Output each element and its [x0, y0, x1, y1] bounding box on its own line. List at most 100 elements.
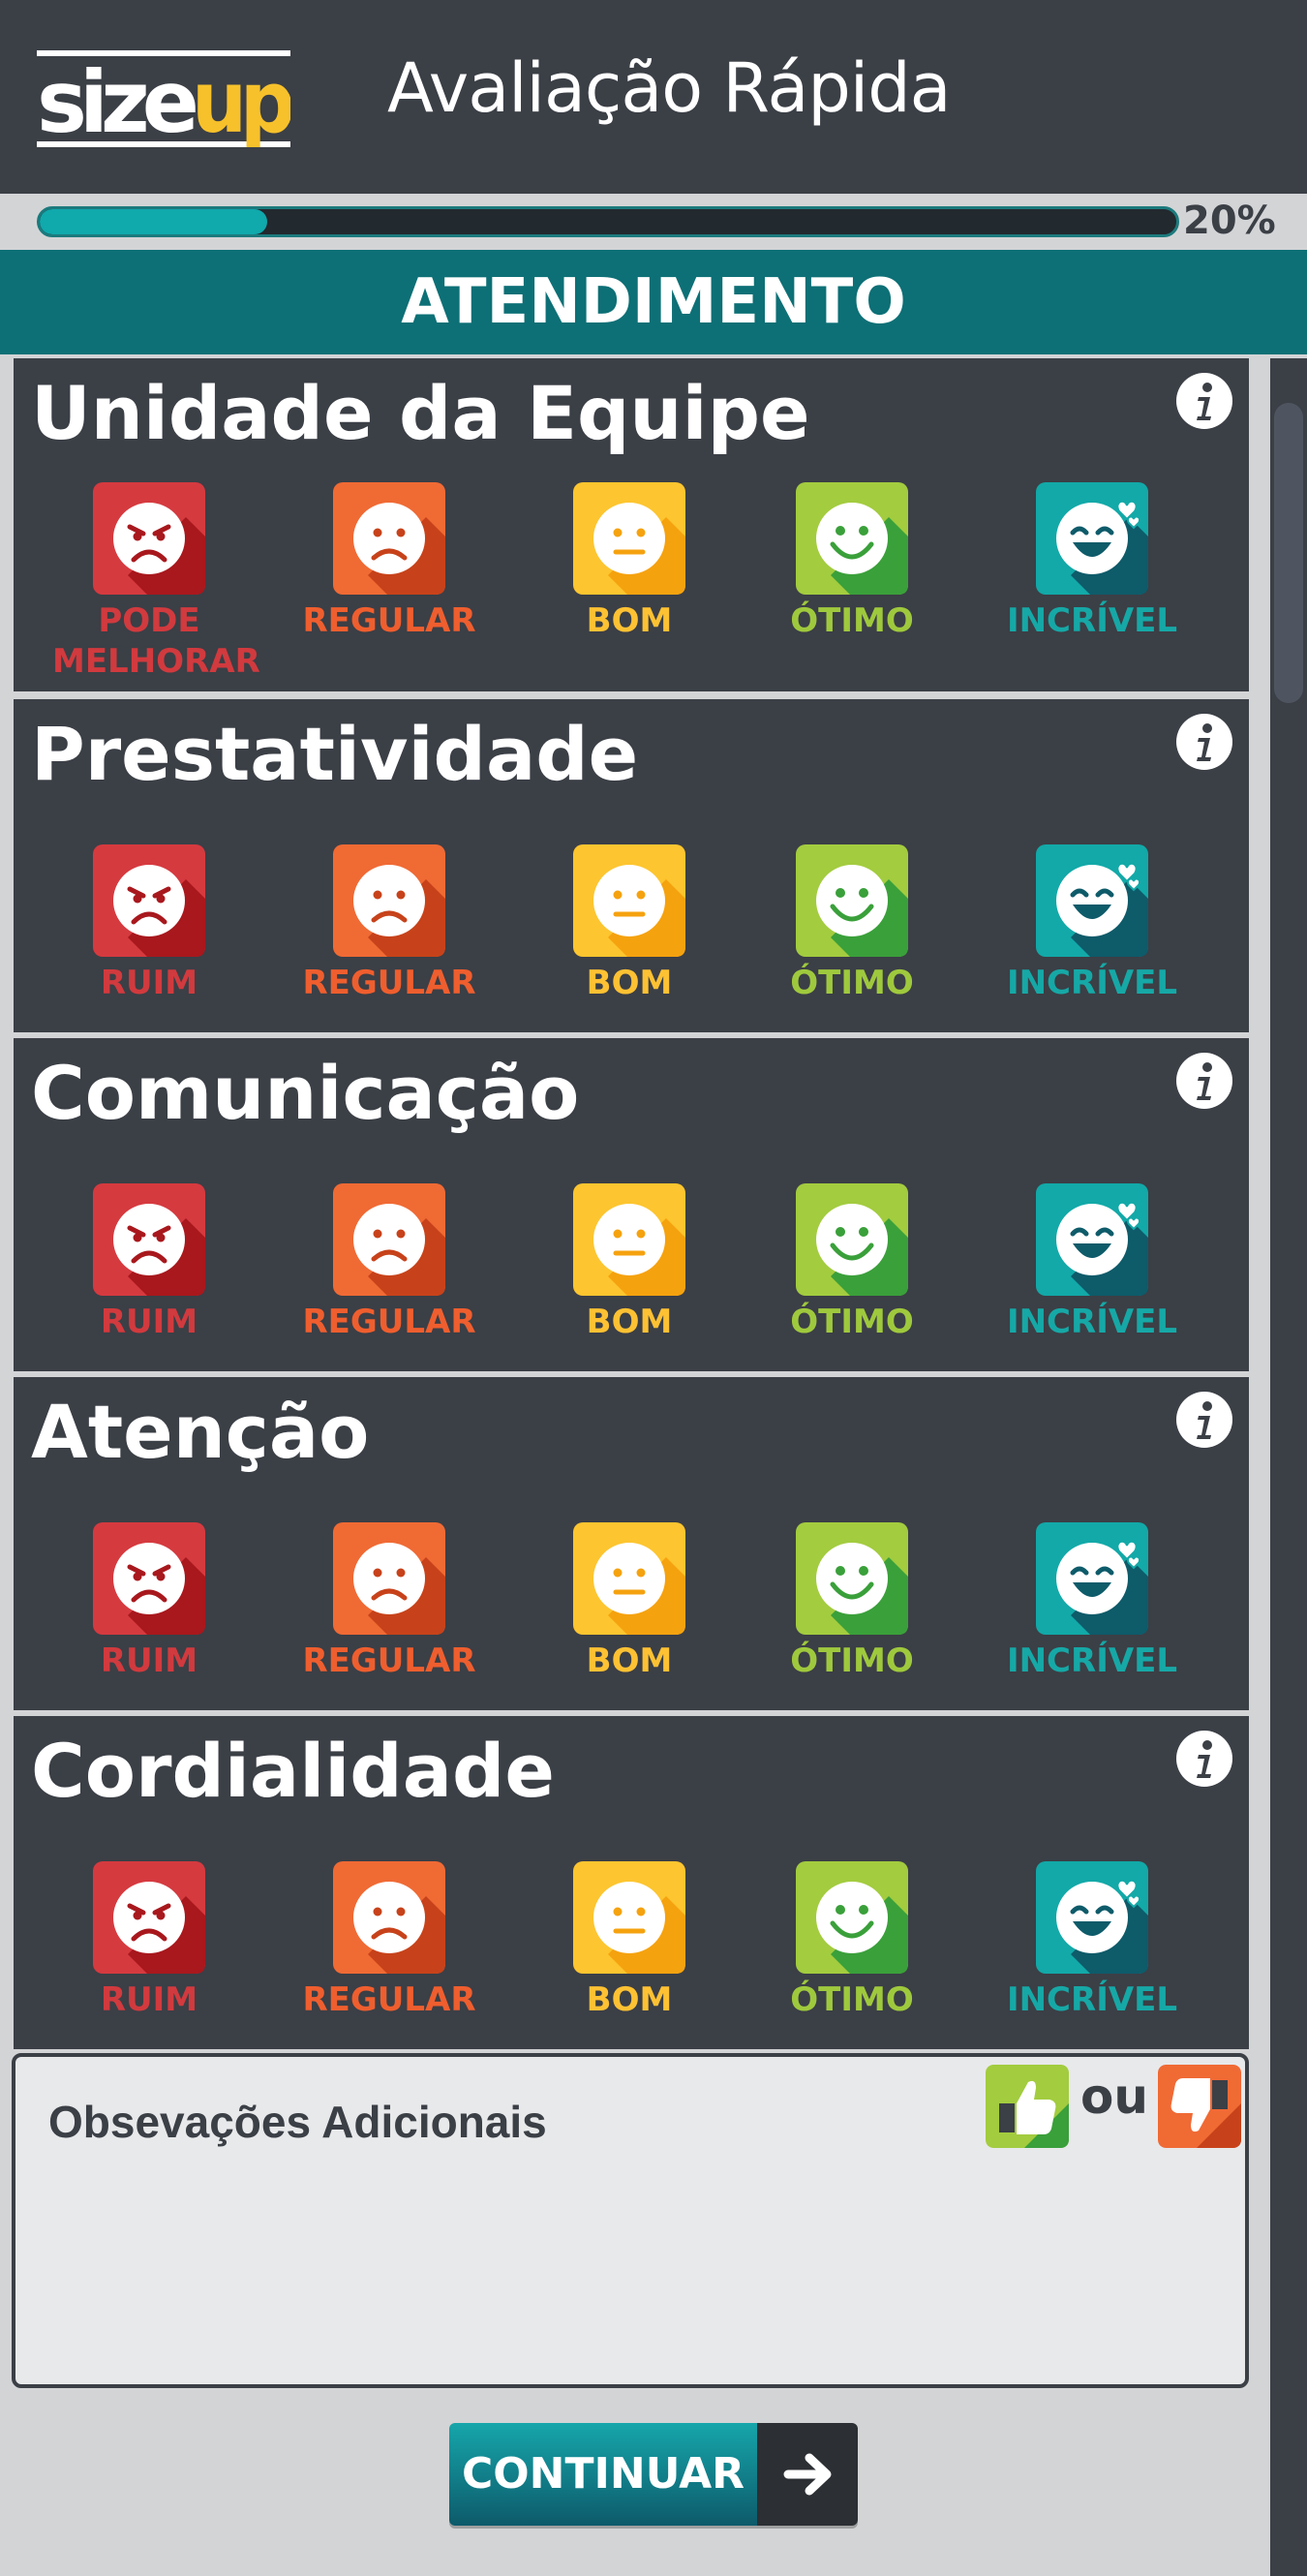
criterion-card: Atenção RUIM REGULAR BOM ÓTIMO INCRÍVEL: [14, 1377, 1249, 1710]
rating-label: INCRÍVEL: [1006, 1641, 1178, 1680]
notes-panel: Obsevações Adicionais ou: [12, 2053, 1249, 2388]
rating-option-ruim[interactable]: RUIM: [52, 1522, 246, 1681]
happy-face-icon: [796, 1183, 908, 1296]
neutral-face-icon: [573, 844, 685, 957]
rating-label: ÓTIMO: [790, 1641, 914, 1680]
love-face-icon: [1036, 1183, 1148, 1296]
criterion-card: Prestatividade RUIM REGULAR BOM ÓTIMO INCRÍVE…: [14, 699, 1249, 1032]
rating-label: ÓTIMO: [790, 1980, 914, 2019]
rating-label: RUIM: [100, 1303, 198, 1341]
happy-face-icon: [796, 482, 908, 595]
info-icon[interactable]: [1175, 1391, 1233, 1449]
rating-option-ruim[interactable]: RUIM: [52, 1861, 246, 2020]
rating-option-otimo[interactable]: ÓTIMO: [755, 1861, 949, 2020]
rating-label: BOM: [586, 601, 673, 640]
rating-option-bom[interactable]: BOM: [532, 482, 726, 641]
rating-label: ÓTIMO: [790, 601, 914, 640]
scrollbar-thumb[interactable]: [1274, 403, 1303, 703]
rating-option-regular[interactable]: REGULAR: [292, 1183, 486, 1342]
angry-face-icon: [93, 844, 205, 957]
rating-option-bom[interactable]: BOM: [532, 844, 726, 1003]
rating-label: REGULAR: [302, 1980, 476, 2019]
sad-face-icon: [333, 1861, 445, 1974]
rating-label: ÓTIMO: [790, 964, 914, 1002]
rating-label: BOM: [586, 1980, 673, 2019]
rating-label: REGULAR: [302, 1641, 476, 1680]
rating-label: BOM: [586, 1303, 673, 1341]
thumbs-down-icon[interactable]: [1158, 2065, 1241, 2148]
criterion-title: Prestatividade: [31, 711, 639, 797]
continue-button[interactable]: CONTINUAR: [449, 2423, 858, 2526]
angry-face-icon: [93, 1522, 205, 1635]
svg-text:up: up: [192, 52, 290, 147]
rating-option-bom[interactable]: BOM: [532, 1522, 726, 1681]
rating-label: REGULAR: [302, 964, 476, 1002]
criterion-card: Unidade da Equipe PODE MELHORAR REGULAR BOM…: [14, 358, 1249, 691]
happy-face-icon: [796, 844, 908, 957]
rating-option-bom[interactable]: BOM: [532, 1861, 726, 2020]
rating-label: BOM: [586, 1641, 673, 1680]
or-text: ou: [1080, 2069, 1148, 2125]
love-face-icon: [1036, 1522, 1148, 1635]
rating-option-ruim[interactable]: PODE MELHORAR: [52, 482, 260, 682]
notes-label: Obsevações Adicionais: [48, 2097, 547, 2147]
criterion-title: Atenção: [31, 1389, 370, 1475]
continue-button-label: CONTINUAR: [449, 2423, 757, 2526]
sad-face-icon: [333, 1522, 445, 1635]
progress-bar: 20%: [0, 194, 1307, 250]
progress-fill: [40, 209, 267, 234]
info-icon[interactable]: [1175, 1730, 1233, 1788]
rating-label: RUIM: [100, 1641, 198, 1680]
progress-track: [37, 206, 1179, 237]
rating-option-incrivel[interactable]: INCRÍVEL: [995, 844, 1189, 1003]
love-face-icon: [1036, 1861, 1148, 1974]
app-header: size up Avaliação Rápida: [0, 0, 1307, 194]
neutral-face-icon: [573, 1861, 685, 1974]
criterion-card: Comunicação RUIM REGULAR BOM ÓTIMO INCRÍVEL: [14, 1038, 1249, 1371]
notes-input[interactable]: [35, 2163, 1230, 2371]
sad-face-icon: [333, 1183, 445, 1296]
rating-option-regular[interactable]: REGULAR: [292, 1522, 486, 1681]
love-face-icon: [1036, 482, 1148, 595]
sad-face-icon: [333, 482, 445, 595]
rating-option-bom[interactable]: BOM: [532, 1183, 726, 1342]
info-icon[interactable]: [1175, 372, 1233, 430]
rating-label: INCRÍVEL: [1006, 1980, 1178, 2019]
arrow-right-icon: [757, 2423, 858, 2526]
rating-option-incrivel[interactable]: INCRÍVEL: [995, 1522, 1189, 1681]
rating-option-otimo[interactable]: ÓTIMO: [755, 1183, 949, 1342]
rating-option-ruim[interactable]: RUIM: [52, 844, 246, 1003]
rating-option-otimo[interactable]: ÓTIMO: [755, 1522, 949, 1681]
rating-option-incrivel[interactable]: INCRÍVEL: [995, 1183, 1189, 1342]
info-icon[interactable]: [1175, 1052, 1233, 1110]
love-face-icon: [1036, 844, 1148, 957]
angry-face-icon: [93, 1861, 205, 1974]
happy-face-icon: [796, 1861, 908, 1974]
rating-label: BOM: [586, 964, 673, 1002]
scrollbar[interactable]: [1270, 358, 1307, 2576]
rating-option-regular[interactable]: REGULAR: [292, 482, 486, 641]
rating-label: INCRÍVEL: [1006, 601, 1178, 640]
neutral-face-icon: [573, 1522, 685, 1635]
rating-option-otimo[interactable]: ÓTIMO: [755, 844, 949, 1003]
rating-option-regular[interactable]: REGULAR: [292, 1861, 486, 2020]
section-title: ATENDIMENTO: [0, 250, 1307, 354]
rating-option-otimo[interactable]: ÓTIMO: [755, 482, 949, 641]
rating-option-incrivel[interactable]: INCRÍVEL: [995, 482, 1189, 641]
neutral-face-icon: [573, 482, 685, 595]
happy-face-icon: [796, 1522, 908, 1635]
thumbs-up-icon[interactable]: [986, 2065, 1069, 2148]
rating-option-regular[interactable]: REGULAR: [292, 844, 486, 1003]
sizeup-logo: size up: [37, 50, 290, 147]
progress-percent: 20%: [1183, 199, 1276, 243]
rating-label: INCRÍVEL: [1006, 964, 1178, 1002]
rating-option-incrivel[interactable]: INCRÍVEL: [995, 1861, 1189, 2020]
info-icon[interactable]: [1175, 713, 1233, 771]
rating-label: INCRÍVEL: [1006, 1303, 1178, 1341]
sad-face-icon: [333, 844, 445, 957]
rating-label: ÓTIMO: [790, 1303, 914, 1341]
rating-option-ruim[interactable]: RUIM: [52, 1183, 246, 1342]
rating-label: REGULAR: [302, 1303, 476, 1341]
criterion-title: Comunicação: [31, 1050, 580, 1136]
angry-face-icon: [93, 482, 205, 595]
